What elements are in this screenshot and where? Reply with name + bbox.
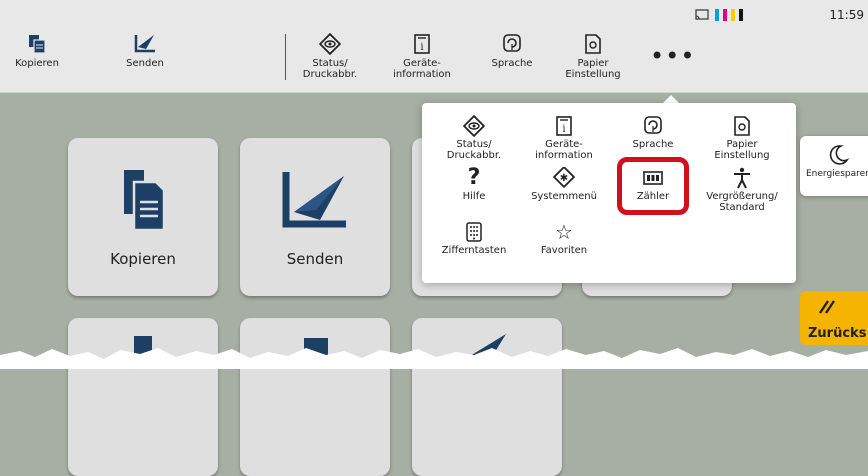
- menu-item-vergroesserung[interactable]: Vergrößerung/ Standard: [696, 167, 788, 213]
- menu-item-label: Status/ Druckabbr.: [446, 139, 502, 161]
- menu-item-label: Geräte- information: [535, 139, 593, 161]
- send-icon: [282, 172, 346, 228]
- ink-black: [739, 9, 743, 21]
- tile-kopieren[interactable]: Kopieren: [68, 138, 218, 296]
- device-info-icon: i: [414, 34, 430, 54]
- system-menu-icon: ✱: [552, 167, 576, 189]
- eye-icon: [319, 33, 341, 55]
- tile-label: Senden: [286, 250, 344, 268]
- energy-save-label: Energiesparen: [806, 169, 868, 179]
- toolbar-label: Status/ Druckabbr.: [302, 58, 358, 80]
- menu-item-label: Papier Einstellung: [714, 139, 770, 161]
- tile-row2-2[interactable]: [240, 318, 390, 476]
- menu-item-papier[interactable]: Papier Einstellung: [696, 115, 788, 161]
- accessibility-icon: [734, 167, 750, 189]
- svg-text:i: i: [562, 124, 565, 135]
- toolbar-label: Senden: [126, 58, 164, 69]
- menu-item-geraeteinformation[interactable]: i Geräte- information: [518, 115, 610, 161]
- toolbar-sprache[interactable]: Sprache: [467, 32, 557, 69]
- back-icon: [819, 300, 835, 314]
- menu-item-status[interactable]: Status/ Druckabbr.: [428, 115, 520, 161]
- help-icon: ?: [467, 165, 481, 190]
- keypad-icon: [466, 222, 482, 242]
- svg-text:i: i: [420, 42, 423, 53]
- toolbar-geraeteinformation[interactable]: i Geräte- information: [377, 32, 467, 80]
- menu-item-zifferntasten[interactable]: Zifferntasten: [428, 221, 520, 256]
- menu-item-favoriten[interactable]: ☆ Favoriten: [518, 221, 610, 256]
- paper-settings-icon: [585, 34, 601, 54]
- moon-icon: [829, 145, 850, 165]
- language-icon: [503, 34, 521, 52]
- copy-icon: [124, 170, 166, 232]
- menu-item-label: Zifferntasten: [441, 245, 507, 256]
- device-info-icon: i: [556, 116, 572, 136]
- back-label: Zurücks: [808, 326, 867, 341]
- ink-cyan: [715, 9, 719, 21]
- status-bar: 11:59: [0, 8, 868, 24]
- menu-item-label: Hilfe: [462, 191, 486, 202]
- star-icon: ☆: [555, 220, 573, 244]
- toolbar-senden[interactable]: Senden: [110, 32, 180, 69]
- back-button[interactable]: Zurücks: [800, 291, 868, 345]
- ink-yellow: [731, 9, 735, 21]
- menu-item-systemmenue[interactable]: ✱ Systemmenü: [518, 167, 610, 202]
- language-icon: [644, 116, 662, 134]
- toolbar-label: Sprache: [491, 58, 533, 69]
- energy-save-button[interactable]: Energiesparen: [800, 136, 868, 196]
- device-status-icon: [695, 9, 709, 20]
- toolbar-label: Geräte- information: [393, 58, 451, 80]
- more-button[interactable]: •••: [650, 44, 695, 68]
- menu-item-label: Sprache: [632, 139, 674, 150]
- toolbar-label: Kopieren: [15, 58, 59, 69]
- menu-item-sprache[interactable]: Sprache: [607, 115, 699, 150]
- paper-settings-icon: [734, 116, 750, 136]
- eye-icon: [463, 115, 485, 137]
- menu-item-label: Systemmenü: [531, 191, 597, 202]
- tile-row2-3[interactable]: [412, 318, 562, 476]
- menu-item-hilfe[interactable]: ? Hilfe: [428, 165, 520, 203]
- toolbar-papier[interactable]: Papier Einstellung: [548, 32, 638, 80]
- torn-edge: [0, 348, 868, 369]
- top-toolbar: 11:59 Kopieren Senden Status/ Druckabbr.…: [0, 0, 868, 93]
- send-icon: [134, 35, 155, 53]
- tile-label: Kopieren: [110, 250, 176, 268]
- tile-row2-1[interactable]: [68, 318, 218, 476]
- toolbar-label: Papier Einstellung: [565, 58, 621, 80]
- clock: 11:59: [829, 8, 864, 22]
- menu-item-label: Vergrößerung/ Standard: [706, 191, 778, 213]
- tile-senden[interactable]: Senden: [240, 138, 390, 296]
- status-icons: [695, 9, 743, 21]
- toolbar-kopieren[interactable]: Kopieren: [7, 32, 67, 69]
- highlight-box: [617, 157, 689, 215]
- svg-text:✱: ✱: [560, 173, 568, 184]
- menu-item-label: Favoriten: [540, 245, 588, 256]
- toolbar-status[interactable]: Status/ Druckabbr.: [285, 32, 375, 80]
- ink-magenta: [723, 9, 727, 21]
- copy-icon: [29, 35, 46, 54]
